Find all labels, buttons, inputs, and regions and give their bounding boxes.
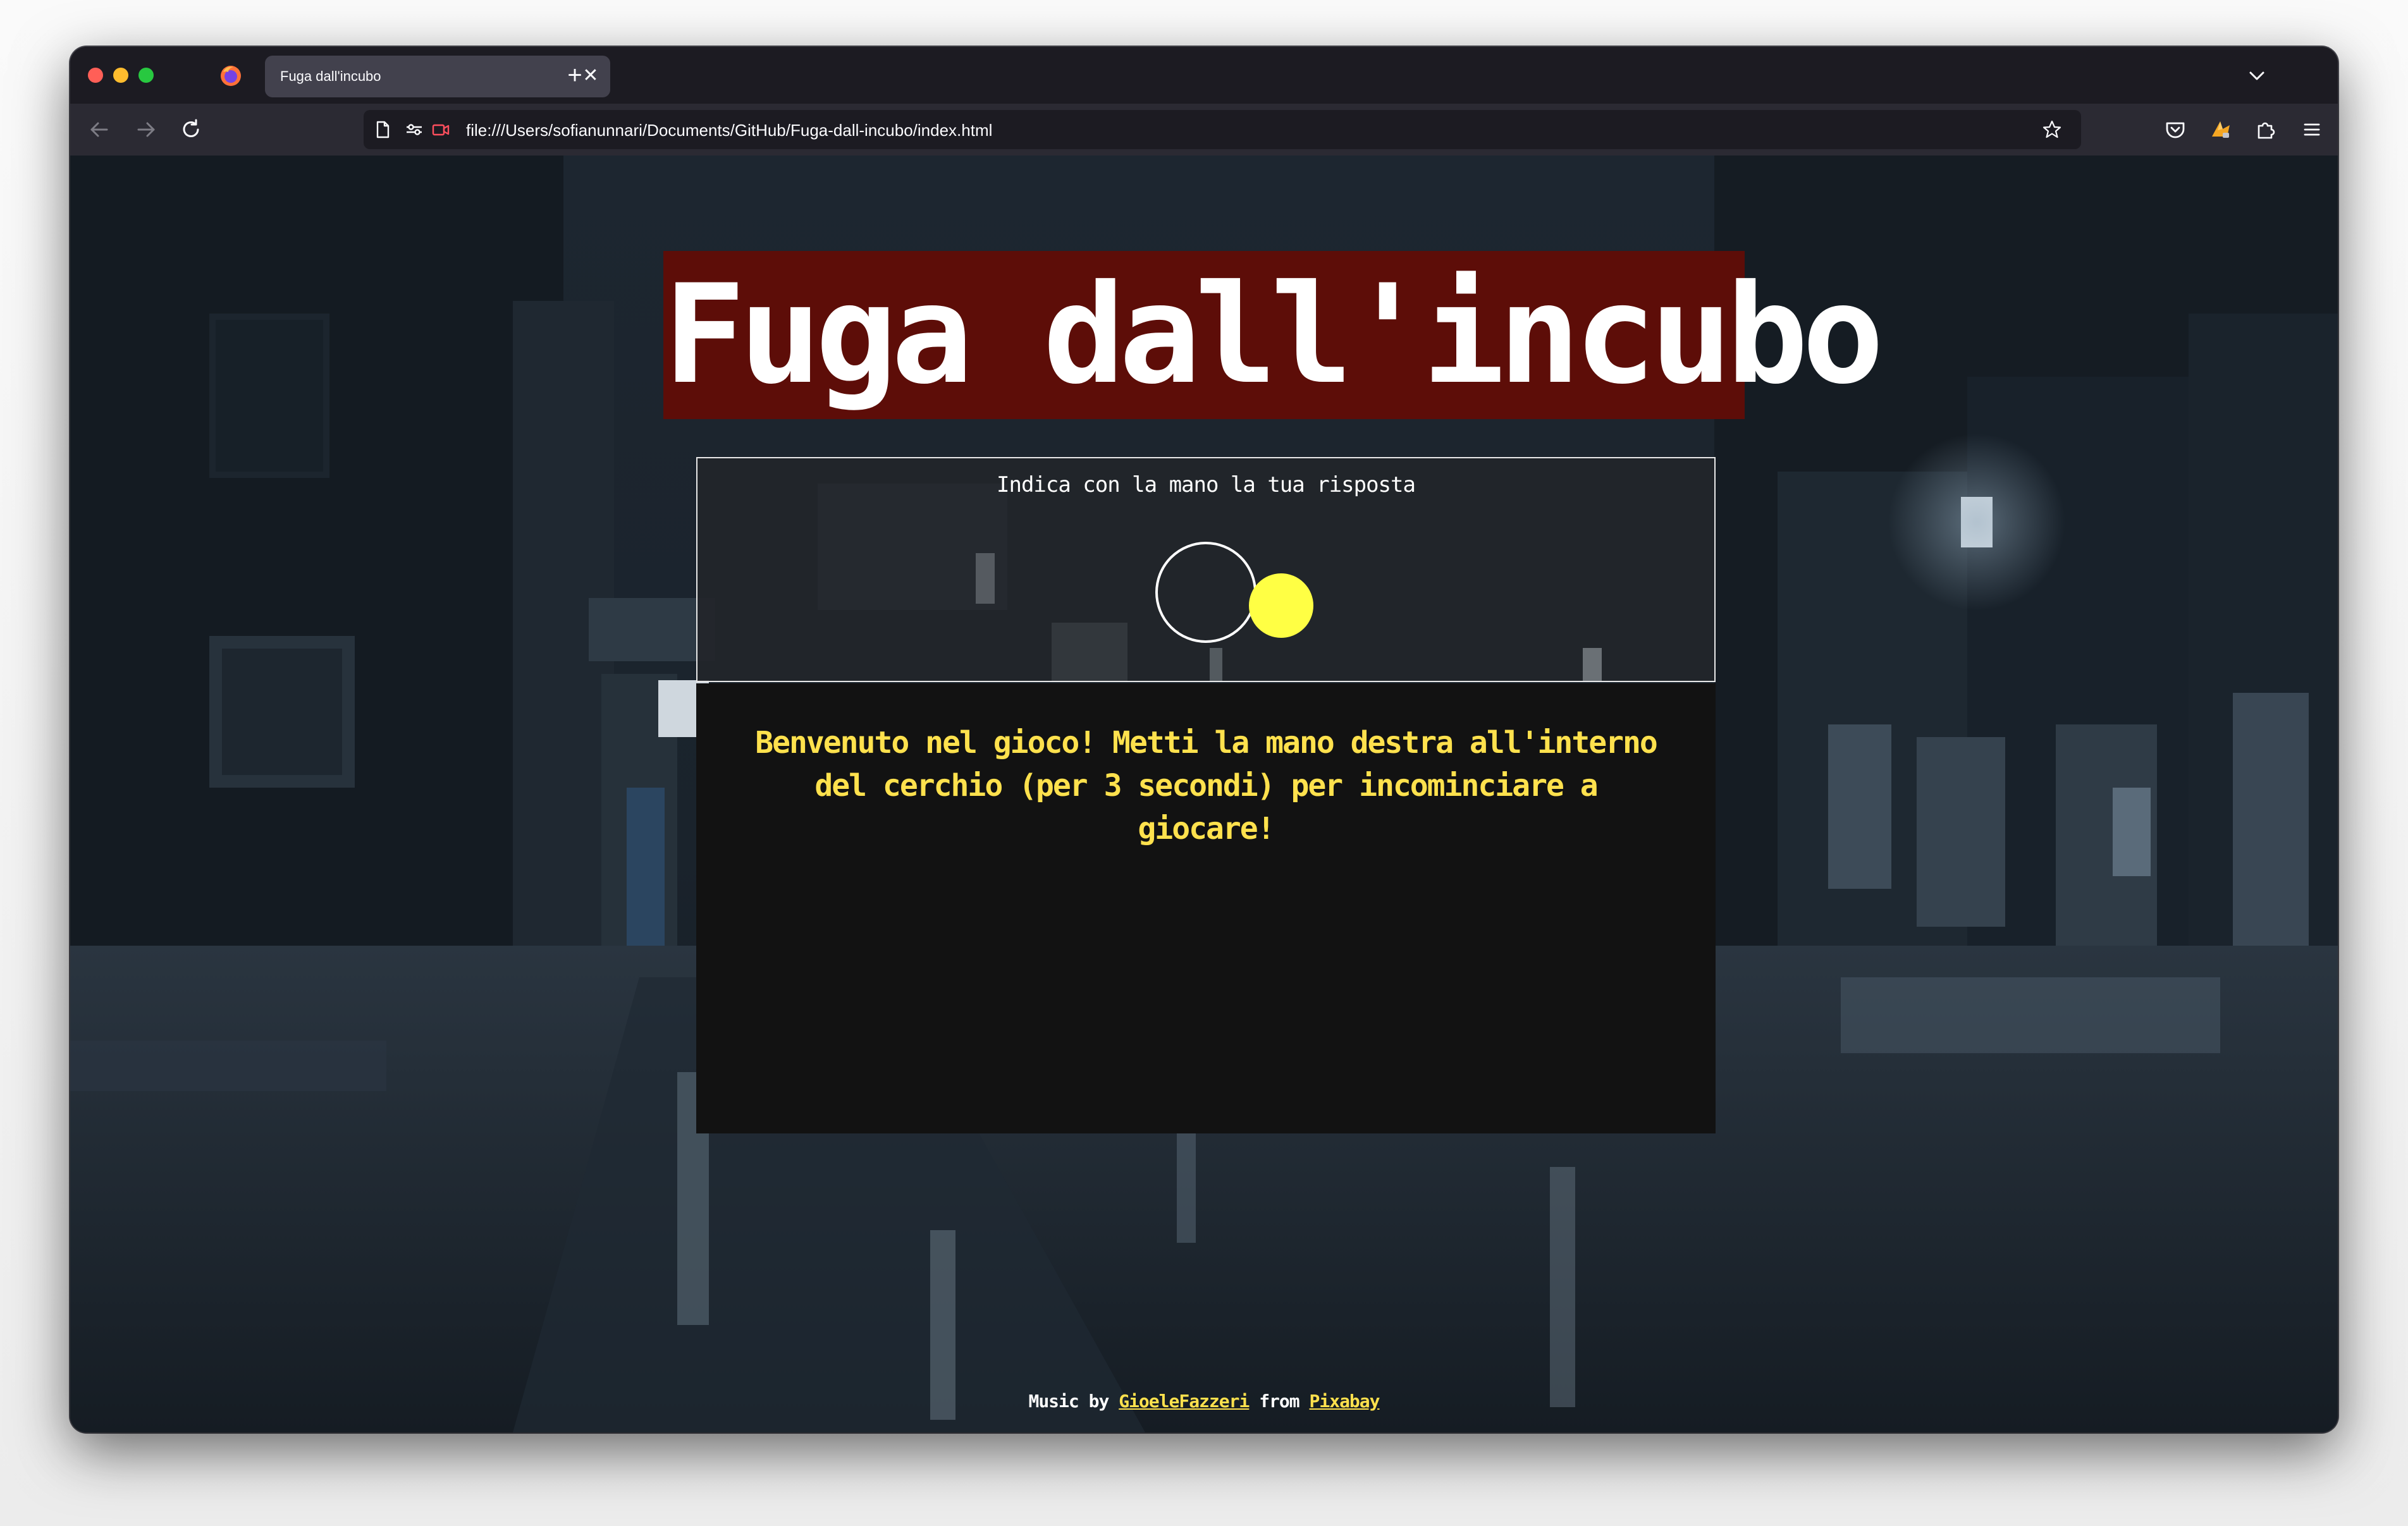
pocket-icon[interactable] xyxy=(2161,115,2190,144)
star-icon[interactable] xyxy=(2042,119,2062,140)
desktop: Fuga dall'incubo ✕ + file:///Users/sofia… xyxy=(0,0,2408,1526)
pixabay-link[interactable]: Pixabay xyxy=(1310,1391,1380,1412)
address-bar[interactable]: file:///Users/sofianunnari/Documents/Git… xyxy=(364,110,2081,149)
page-viewport: Fuga dall'incubo Indica con la mano la t… xyxy=(70,156,2338,1432)
chevron-down-icon[interactable] xyxy=(2244,63,2270,89)
url-text[interactable]: file:///Users/sofianunnari/Documents/Git… xyxy=(466,121,992,140)
minimize-window-button[interactable] xyxy=(113,68,128,83)
permissions-icon[interactable] xyxy=(404,119,424,140)
tab-active[interactable]: Fuga dall'incubo ✕ xyxy=(265,56,610,97)
tab-strip: Fuga dall'incubo ✕ + xyxy=(70,47,2338,104)
back-arrow-icon[interactable] xyxy=(85,115,114,144)
tab-title: Fuga dall'incubo xyxy=(280,68,381,84)
close-window-button[interactable] xyxy=(88,68,103,83)
game-title-banner: Fuga dall'incubo xyxy=(663,251,1884,419)
firefox-icon[interactable] xyxy=(219,64,242,87)
camera-feed-panel: Indica con la mano la tua risposta xyxy=(696,457,1716,682)
new-tab-button[interactable]: + xyxy=(560,61,590,91)
page-icon[interactable] xyxy=(372,119,393,140)
start-target-circle xyxy=(1155,542,1256,643)
forward-arrow-icon[interactable] xyxy=(131,115,160,144)
credits-prefix: Music by xyxy=(1028,1391,1109,1412)
artist-link[interactable]: GioeleFazzeri xyxy=(1119,1391,1250,1412)
camera-instruction: Indica con la mano la tua risposta xyxy=(997,472,1416,497)
hand-position-marker xyxy=(1249,573,1313,638)
game-title: Fuga dall'incubo xyxy=(663,255,1884,414)
music-credits: Music by GioeleFazzeri from Pixabay xyxy=(70,1391,2338,1412)
message-panel: Benvenuto nel gioco! Metti la mano destr… xyxy=(696,683,1716,1133)
navigation-toolbar: file:///Users/sofianunnari/Documents/Git… xyxy=(70,104,2338,156)
welcome-message: Benvenuto nel gioco! Metti la mano destr… xyxy=(755,725,1658,846)
camera-red-icon[interactable] xyxy=(431,119,451,140)
hamburger-icon[interactable] xyxy=(2297,115,2326,144)
puzzle-icon[interactable] xyxy=(2252,115,2281,144)
browser-window: Fuga dall'incubo ✕ + file:///Users/sofia… xyxy=(70,47,2338,1432)
fox-extension-icon[interactable] xyxy=(2206,115,2235,144)
zoom-window-button[interactable] xyxy=(138,68,154,83)
credits-middle: from xyxy=(1259,1391,1299,1412)
reload-icon[interactable] xyxy=(176,115,206,144)
